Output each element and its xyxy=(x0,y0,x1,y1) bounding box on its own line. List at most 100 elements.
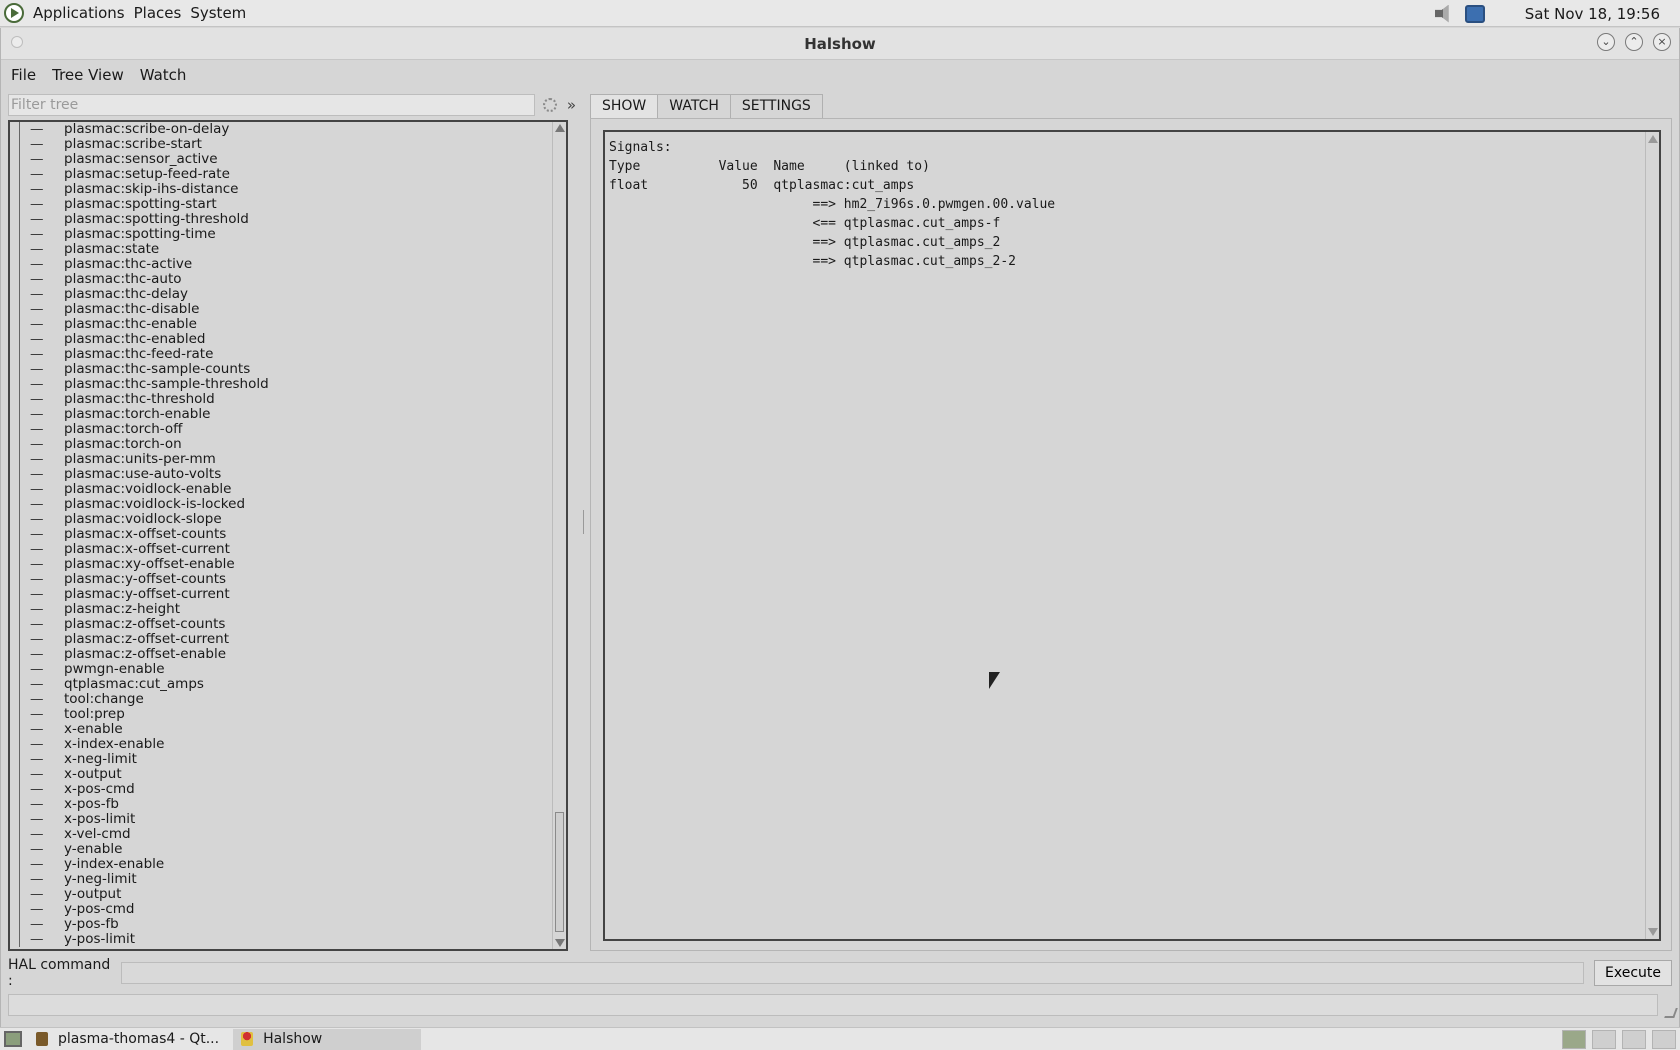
show-desktop-icon[interactable] xyxy=(4,1031,22,1047)
tab-settings[interactable]: SETTINGS xyxy=(729,94,823,118)
tree-item[interactable]: — plasmac:voidlock-enable xyxy=(10,482,550,497)
volume-icon[interactable] xyxy=(1434,4,1449,23)
tree-item[interactable]: — plasmac:thc-active xyxy=(10,257,550,272)
tree-item[interactable]: — x-output xyxy=(10,767,550,782)
tree-item[interactable]: — plasmac:scribe-start xyxy=(10,137,550,152)
clock[interactable]: Sat Nov 18, 19:56 xyxy=(1525,5,1660,23)
tab-watch[interactable]: WATCH xyxy=(657,94,731,118)
tree-item[interactable]: — plasmac:thc-threshold xyxy=(10,392,550,407)
tree-item[interactable]: — plasmac:torch-enable xyxy=(10,407,550,422)
tree-item[interactable]: — plasmac:skip-ihs-distance xyxy=(10,182,550,197)
workspace-4[interactable] xyxy=(1652,1030,1676,1049)
tree-item-label: plasmac:setup-feed-rate xyxy=(64,166,230,182)
tree-item[interactable]: — x-vel-cmd xyxy=(10,827,550,842)
tree-item[interactable]: — plasmac:setup-feed-rate xyxy=(10,167,550,182)
show-scrollbar[interactable] xyxy=(1645,132,1659,939)
tree-item[interactable]: — plasmac:sensor_active xyxy=(10,152,550,167)
tree-item[interactable]: — plasmac:y-offset-current xyxy=(10,587,550,602)
tree-item[interactable]: — plasmac:thc-disable xyxy=(10,302,550,317)
taskbar-item-halshow[interactable]: Halshow xyxy=(233,1028,422,1050)
tree-branch-icon: — xyxy=(30,166,44,182)
tree-item[interactable]: — x-pos-limit xyxy=(10,812,550,827)
menu-watch[interactable]: Watch xyxy=(140,66,187,84)
tree-item[interactable]: — plasmac:z-offset-enable xyxy=(10,647,550,662)
tree-item[interactable]: — plasmac:xy-offset-enable xyxy=(10,557,550,572)
show-output-text[interactable]: Signals: Type Value Name (linked to) flo… xyxy=(603,130,1661,941)
tree-item[interactable]: — plasmac:scribe-on-delay xyxy=(10,122,550,137)
tree-item[interactable]: — pwmgn-enable xyxy=(10,662,550,677)
tree-item[interactable]: — plasmac:spotting-threshold xyxy=(10,212,550,227)
tree-item[interactable]: — plasmac:thc-delay xyxy=(10,287,550,302)
tree-item[interactable]: — y-neg-limit xyxy=(10,872,550,887)
tree-item[interactable]: — plasmac:thc-feed-rate xyxy=(10,347,550,362)
tree-item[interactable]: — qtplasmac:cut_amps xyxy=(10,677,550,692)
tree-item[interactable]: — y-index-enable xyxy=(10,857,550,872)
tree-item[interactable]: — plasmac:spotting-time xyxy=(10,227,550,242)
menu-file[interactable]: File xyxy=(11,66,36,84)
filter-tree-input[interactable] xyxy=(8,94,535,116)
tree-item[interactable]: — plasmac:z-height xyxy=(10,602,550,617)
panel-menu-applications[interactable]: Applications xyxy=(33,4,125,22)
window-menu-icon[interactable] xyxy=(11,36,23,48)
tree-item[interactable]: — plasmac:thc-auto xyxy=(10,272,550,287)
tree-item[interactable]: — y-pos-cmd xyxy=(10,902,550,917)
scroll-down-icon[interactable] xyxy=(555,939,565,947)
tree-item[interactable]: — plasmac:units-per-mm xyxy=(10,452,550,467)
execute-button[interactable]: Execute xyxy=(1594,960,1672,986)
tree-item[interactable]: — y-enable xyxy=(10,842,550,857)
scroll-up-icon[interactable] xyxy=(1648,135,1658,143)
workspace-2[interactable] xyxy=(1592,1030,1616,1049)
window-titlebar[interactable]: Halshow ⌄ ⌃ × xyxy=(1,28,1679,60)
tree-item[interactable]: — plasmac:z-offset-counts xyxy=(10,617,550,632)
scroll-down-icon[interactable] xyxy=(1648,928,1658,936)
tree-item[interactable]: — x-pos-fb xyxy=(10,797,550,812)
tree-item[interactable]: — plasmac:thc-enable xyxy=(10,317,550,332)
tree-item-label: plasmac:voidlock-slope xyxy=(64,511,222,527)
tree-scroll-thumb[interactable] xyxy=(555,812,564,932)
tree-item[interactable]: — tool:prep xyxy=(10,707,550,722)
network-icon[interactable] xyxy=(1464,4,1485,23)
maximize-button[interactable]: ⌃ xyxy=(1625,33,1643,51)
panel-menu-system[interactable]: System xyxy=(190,4,246,22)
tree-item[interactable]: — plasmac:voidlock-is-locked xyxy=(10,497,550,512)
expand-more-icon[interactable]: » xyxy=(567,96,576,114)
tree-scrollbar[interactable] xyxy=(552,122,566,949)
tree-item[interactable]: — plasmac:z-offset-current xyxy=(10,632,550,647)
tree-item[interactable]: — plasmac:x-offset-current xyxy=(10,542,550,557)
app-menu-logo-icon[interactable] xyxy=(4,3,24,23)
taskbar-item-qtplasmac[interactable]: plasma-thomas4 - Qt... xyxy=(28,1029,227,1050)
tree-item-label: y-enable xyxy=(64,841,123,857)
tree-item[interactable]: — plasmac:spotting-start xyxy=(10,197,550,212)
menu-tree-view[interactable]: Tree View xyxy=(52,66,124,84)
tree-item[interactable]: — plasmac:x-offset-counts xyxy=(10,527,550,542)
tab-show[interactable]: SHOW xyxy=(590,94,659,119)
tree-item[interactable]: — x-enable xyxy=(10,722,550,737)
pane-splitter[interactable] xyxy=(583,510,585,534)
gear-icon[interactable] xyxy=(542,98,557,112)
hal-command-input[interactable] xyxy=(120,962,1584,984)
tree-item[interactable]: — plasmac:torch-off xyxy=(10,422,550,437)
workspace-1[interactable] xyxy=(1562,1030,1586,1049)
close-button[interactable]: × xyxy=(1653,33,1671,51)
tree-item[interactable]: — y-pos-fb xyxy=(10,917,550,932)
tree-item[interactable]: — plasmac:thc-sample-threshold xyxy=(10,377,550,392)
tree-item[interactable]: — tool:change xyxy=(10,692,550,707)
panel-menu-places[interactable]: Places xyxy=(134,4,182,22)
tree-item[interactable]: — y-pos-limit xyxy=(10,932,550,947)
tree-item[interactable]: — plasmac:voidlock-slope xyxy=(10,512,550,527)
tree-item[interactable]: — plasmac:use-auto-volts xyxy=(10,467,550,482)
tree-item[interactable]: — plasmac:thc-enabled xyxy=(10,332,550,347)
tree-item[interactable]: — plasmac:torch-on xyxy=(10,437,550,452)
scroll-up-icon[interactable] xyxy=(555,124,565,132)
tree-item[interactable]: — y-output xyxy=(10,887,550,902)
tree-item-label: plasmac:thc-active xyxy=(64,256,193,272)
tree-item[interactable]: — plasmac:y-offset-counts xyxy=(10,572,550,587)
tree-item[interactable]: — x-neg-limit xyxy=(10,752,550,767)
tree-item[interactable]: — plasmac:state xyxy=(10,242,550,257)
tree-item[interactable]: — x-pos-cmd xyxy=(10,782,550,797)
workspace-3[interactable] xyxy=(1622,1030,1646,1049)
tree-item[interactable]: — x-index-enable xyxy=(10,737,550,752)
minimize-button[interactable]: ⌄ xyxy=(1597,33,1615,51)
tree-item[interactable]: — plasmac:thc-sample-counts xyxy=(10,362,550,377)
tree-view[interactable]: — plasmac:scribe-on-delay — plasmac:scribe-… xyxy=(8,120,568,951)
